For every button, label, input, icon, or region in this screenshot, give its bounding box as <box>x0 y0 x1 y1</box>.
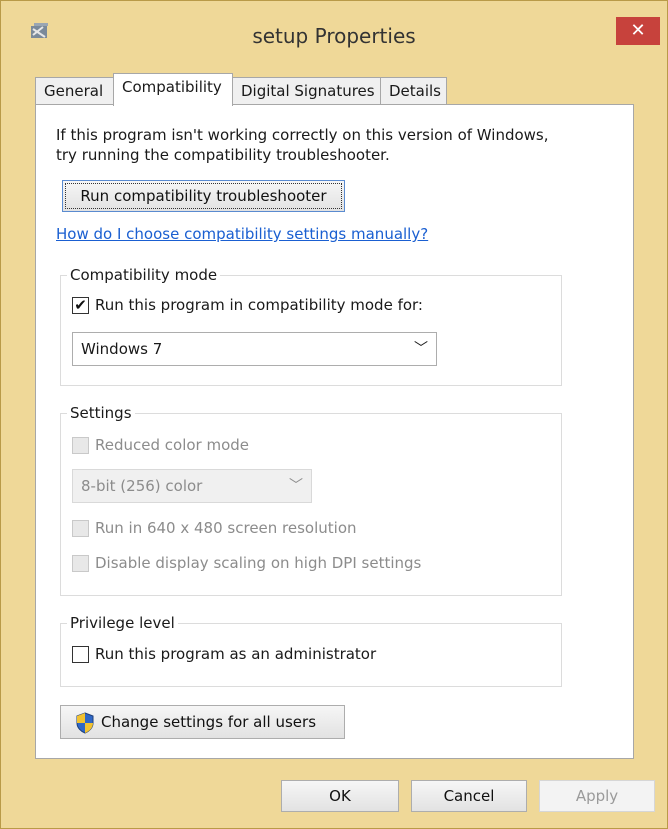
compatibility-mode-group: Compatibility mode ✔ Run this program in… <box>60 265 562 386</box>
cancel-button[interactable]: Cancel <box>411 780 527 812</box>
title-bar: setup Properties ✕ <box>1 1 667 48</box>
os-version-select[interactable]: Windows 7 ﹀ <box>72 332 437 366</box>
intro-line-2: try running the compatibility troublesho… <box>56 146 390 164</box>
tab-digital-signatures[interactable]: Digital Signatures <box>232 77 381 105</box>
compat-mode-checkbox[interactable]: ✔ <box>72 297 89 314</box>
settings-legend: Settings <box>67 403 135 423</box>
run-as-admin-label: Run this program as an administrator <box>95 645 377 663</box>
uac-shield-icon <box>76 712 94 734</box>
close-button[interactable]: ✕ <box>616 17 660 45</box>
tab-general[interactable]: General <box>35 77 114 105</box>
privilege-level-group: Privilege level Run this program as an a… <box>60 613 562 687</box>
change-settings-label: Change settings for all users <box>101 713 317 731</box>
run-as-admin-checkbox[interactable] <box>72 646 89 663</box>
disable-dpi-label: Disable display scaling on high DPI sett… <box>95 554 422 572</box>
chevron-down-icon: ﹀ <box>414 341 428 357</box>
disable-dpi-checkbox[interactable] <box>72 555 89 572</box>
properties-window: setup Properties ✕ General Compatibility… <box>0 0 668 829</box>
intro-text: If this program isn't working correctly … <box>56 125 616 165</box>
os-version-value: Windows 7 <box>81 340 163 358</box>
color-depth-select[interactable]: 8-bit (256) color ﹀ <box>72 469 312 503</box>
manual-settings-link[interactable]: How do I choose compatibility settings m… <box>56 225 428 243</box>
apply-button[interactable]: Apply <box>539 780 655 812</box>
compat-mode-label: Run this program in compatibility mode f… <box>95 296 423 314</box>
privilege-level-legend: Privilege level <box>67 613 178 633</box>
run-troubleshooter-button[interactable]: Run compatibility troubleshooter <box>62 180 345 212</box>
change-settings-all-users-button[interactable]: Change settings for all users <box>60 705 345 739</box>
compatibility-panel: If this program isn't working correctly … <box>35 104 634 759</box>
compatibility-mode-legend: Compatibility mode <box>67 265 221 285</box>
close-icon: ✕ <box>630 20 646 41</box>
color-depth-value: 8-bit (256) color <box>81 477 203 495</box>
settings-group: Settings Reduced color mode 8-bit (256) … <box>60 403 562 596</box>
checkmark-icon: ✔ <box>74 296 87 314</box>
ok-button[interactable]: OK <box>281 780 399 812</box>
chevron-down-icon: ﹀ <box>289 478 303 494</box>
intro-line-1: If this program isn't working correctly … <box>56 126 549 144</box>
tab-compatibility[interactable]: Compatibility <box>113 73 233 106</box>
tab-details[interactable]: Details <box>380 77 447 105</box>
reduced-color-checkbox[interactable] <box>72 437 89 454</box>
reduced-color-label: Reduced color mode <box>95 436 250 454</box>
resolution-640-checkbox[interactable] <box>72 520 89 537</box>
resolution-640-label: Run in 640 x 480 screen resolution <box>95 519 357 537</box>
window-title: setup Properties <box>252 24 416 48</box>
